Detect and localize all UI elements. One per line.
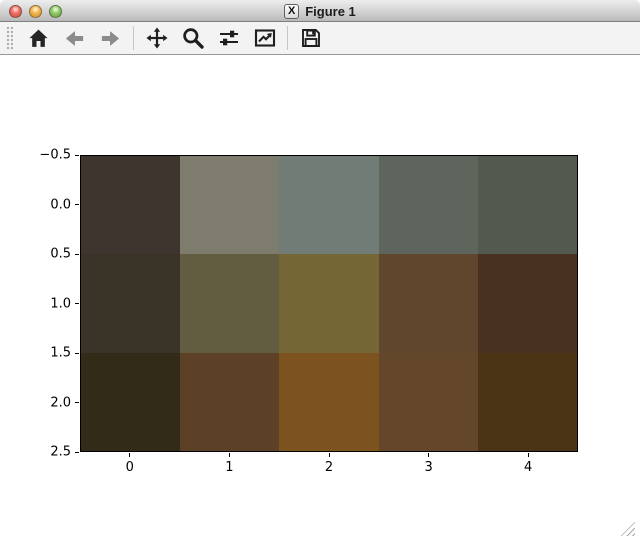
toolbar-drag-handle[interactable] xyxy=(6,26,13,50)
x-axis-tick-label: 2 xyxy=(325,461,333,474)
y-axis-tick xyxy=(75,254,79,255)
configure-subplots-button[interactable] xyxy=(215,25,242,52)
x-axis-tick-label: 3 xyxy=(424,461,432,474)
y-axis-tick-label: 0.0 xyxy=(50,198,71,211)
heatmap-cell-r2c3 xyxy=(379,353,478,451)
y-axis-tick xyxy=(75,204,79,205)
x-axis-tick xyxy=(428,453,429,457)
save-icon xyxy=(299,26,323,50)
edit-plot-icon xyxy=(253,26,277,50)
axes-area[interactable]: −0.50.00.51.01.52.02.501234 xyxy=(80,155,578,452)
x-axis-tick-label: 1 xyxy=(225,461,233,474)
heatmap-cell-r0c0 xyxy=(81,156,180,254)
y-axis-tick xyxy=(75,452,79,453)
figure-canvas: −0.5 0.0 0.5 1.0 1.5 2.0 2.5 0 1 2 3 4 xyxy=(0,56,640,541)
heatmap-cell-r0c4 xyxy=(478,156,577,254)
x-axis-tick xyxy=(528,453,529,457)
figure-window: X Figure 1 xyxy=(0,0,640,541)
configure-subplots-icon xyxy=(217,26,241,50)
x-axis-tick xyxy=(229,453,230,457)
window-title-label: Figure 1 xyxy=(305,4,356,19)
y-axis-tick-label: −0.5 xyxy=(39,149,71,162)
y-axis-tick-label: 2.5 xyxy=(50,446,71,459)
heatmap-cell-r1c3 xyxy=(379,254,478,352)
toolbar xyxy=(0,22,640,55)
zoom-to-rect-icon xyxy=(181,26,205,50)
title-bar[interactable]: X Figure 1 xyxy=(0,0,640,22)
heatmap-cell-r2c2 xyxy=(279,353,378,451)
y-axis-tick xyxy=(75,402,79,403)
heatmap-cell-r0c2 xyxy=(279,156,378,254)
heatmap-cell-r2c1 xyxy=(180,353,279,451)
pan-button[interactable] xyxy=(143,25,170,52)
heatmap-cell-r1c2 xyxy=(279,254,378,352)
edit-plot-button[interactable] xyxy=(251,25,278,52)
y-axis-tick xyxy=(75,303,79,304)
toolbar-separator xyxy=(287,26,288,50)
y-axis-tick-label: 0.5 xyxy=(50,248,71,261)
x-axis-tick xyxy=(129,453,130,457)
y-axis-tick-label: 1.0 xyxy=(50,297,71,310)
forward-icon xyxy=(99,27,122,50)
y-axis-tick xyxy=(75,353,79,354)
toolbar-separator xyxy=(133,26,134,50)
y-axis-tick xyxy=(75,155,79,156)
pan-icon xyxy=(145,26,169,50)
home-icon xyxy=(27,27,50,50)
heatmap-image xyxy=(80,155,578,452)
back-icon xyxy=(63,27,86,50)
heatmap-cell-r0c1 xyxy=(180,156,279,254)
home-button[interactable] xyxy=(25,25,52,52)
forward-button[interactable] xyxy=(97,25,124,52)
x11-icon: X xyxy=(284,4,299,19)
x-axis-tick xyxy=(329,453,330,457)
resize-grip[interactable] xyxy=(620,521,635,536)
window-title: X Figure 1 xyxy=(0,0,640,22)
x-axis-tick-label: 4 xyxy=(524,461,532,474)
heatmap-cell-r1c4 xyxy=(478,254,577,352)
save-button[interactable] xyxy=(297,25,324,52)
y-axis-tick-label: 2.0 xyxy=(50,396,71,409)
heatmap-cell-r2c0 xyxy=(81,353,180,451)
heatmap-cell-r1c1 xyxy=(180,254,279,352)
heatmap-cell-r2c4 xyxy=(478,353,577,451)
heatmap-cell-r0c3 xyxy=(379,156,478,254)
heatmap-cell-r1c0 xyxy=(81,254,180,352)
back-button[interactable] xyxy=(61,25,88,52)
y-axis-tick-label: 1.5 xyxy=(50,347,71,360)
zoom-to-rect-button[interactable] xyxy=(179,25,206,52)
x-axis-tick-label: 0 xyxy=(126,461,134,474)
